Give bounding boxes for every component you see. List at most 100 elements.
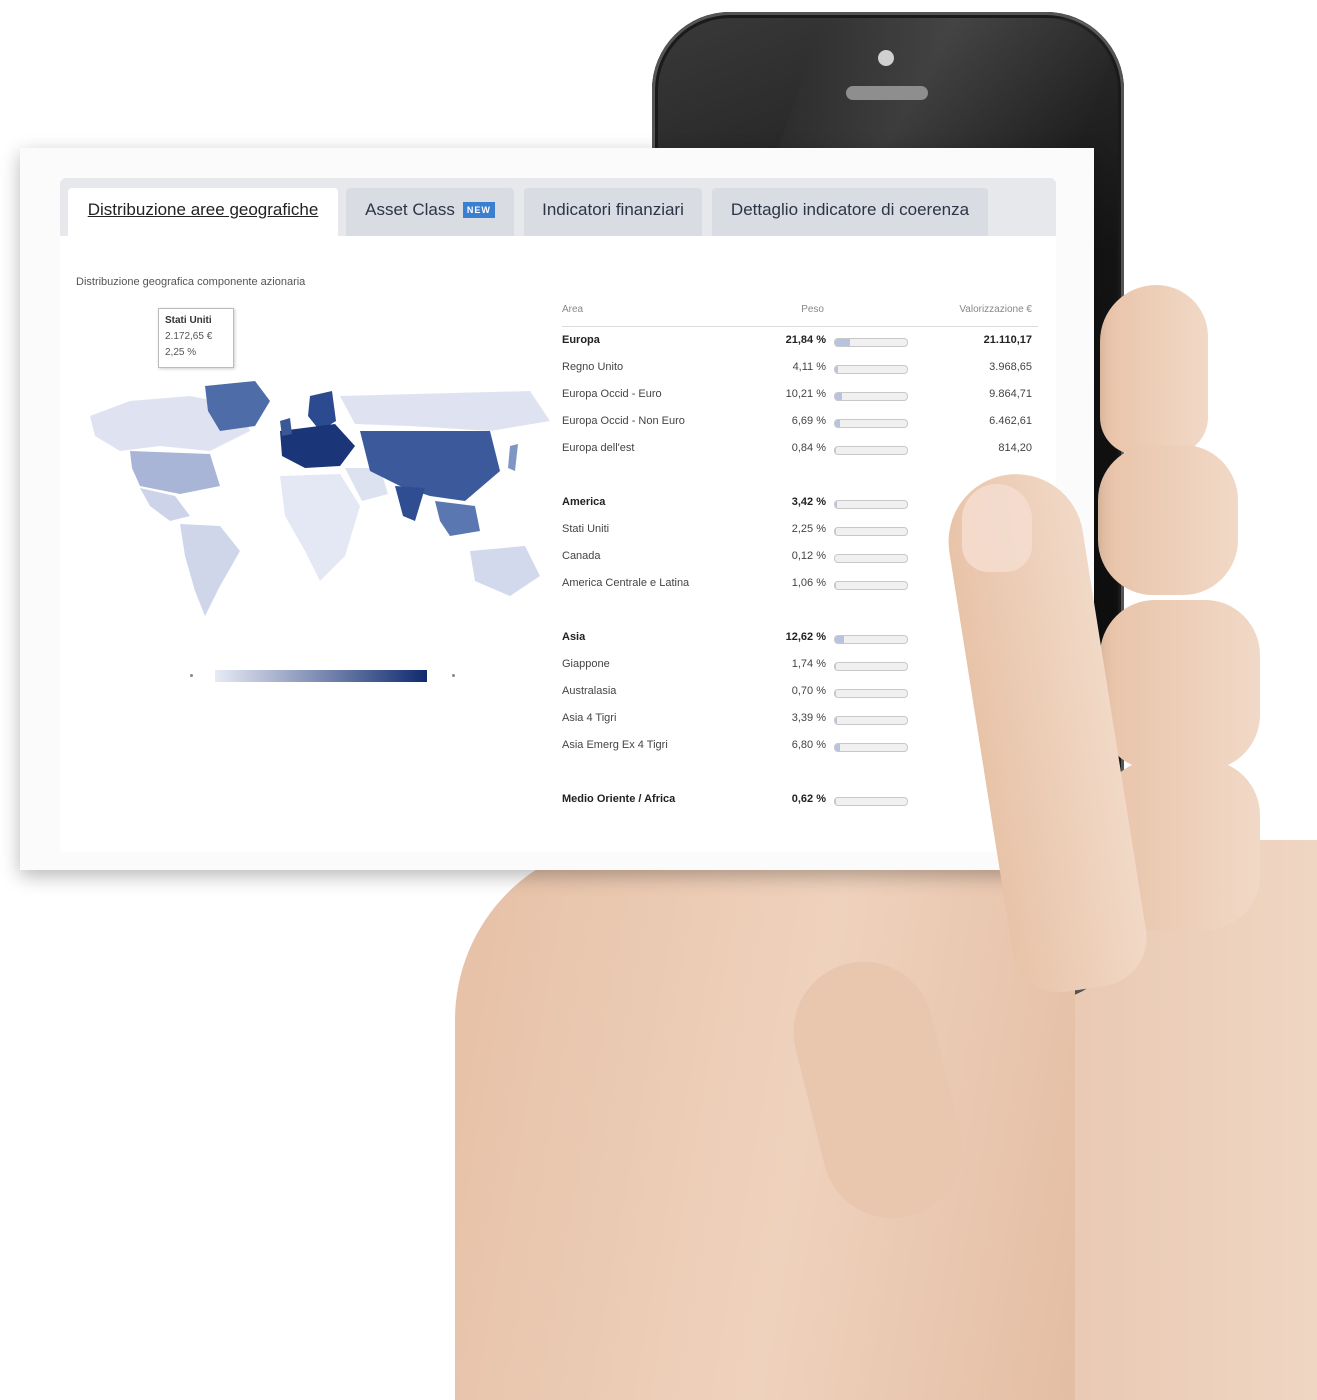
dashboard-card: Distribuzione aree geografiche Asset Cla… [20,148,1094,870]
tab-bar: Distribuzione aree geografiche Asset Cla… [60,178,1056,236]
weight-bar-fill [835,744,841,751]
map-region-africa [280,474,360,581]
cell-area: Europa Occid - Euro [562,388,662,400]
table-row: Europa dell'est 0,84 % 814,20 [562,435,1038,462]
cell-peso: 0,70 % [791,685,826,697]
weight-bar [834,797,908,806]
cell-peso: 0,12 % [791,550,826,562]
cell-valorizzazione: 21.110,17 [983,334,1032,346]
table-row: Asia 4 Tigri 3,39 % [562,705,1038,732]
cell-peso: 6,80 % [791,739,826,751]
table-group-row: Europa 21,84 % 21.110,17 [562,327,1038,354]
cell-peso: 10,21 % [785,388,826,400]
cell-peso: 4,11 % [792,361,826,373]
tab-label: Dettaglio indicatore di coerenza [730,200,970,219]
finger [1100,600,1260,770]
map-region-russia [340,391,550,431]
tab-label: Distribuzione aree geografiche [87,200,319,219]
cell-area: Europa [562,334,600,346]
cell-area: Asia Emerg Ex 4 Tigri [562,739,668,751]
weight-bar [834,446,908,455]
cell-area: Australasia [562,685,617,697]
cell-peso: 3,42 % [791,496,826,508]
cell-peso: 2,25 % [791,523,826,535]
tab-financial-indicators[interactable]: Indicatori finanziari [524,188,702,236]
new-badge: NEW [462,202,495,218]
weight-bar [834,338,908,347]
table-row: Australasia 0,70 % [562,678,1038,705]
weight-bar-fill [835,717,838,724]
cell-area: Regno Unito [562,361,624,373]
cell-area: America [562,496,606,508]
header-area: Area [562,304,584,315]
cell-peso: 21,84 % [785,334,826,346]
weight-bar [834,554,908,563]
map-region-india [395,486,425,521]
hand-palm [455,840,1075,1400]
weight-bar [834,419,908,428]
weight-bar-fill [835,366,838,373]
finger [1098,445,1238,595]
finger [1100,285,1208,455]
map-region-usa [130,451,220,494]
speaker-icon [846,86,928,100]
table-group-row: Medio Oriente / Africa 0,62 % [562,786,1038,813]
weight-bar-fill [835,528,837,535]
tab-asset-class[interactable]: Asset Class NEW [346,188,514,236]
weight-bar-fill [835,690,836,697]
weight-bar [834,581,908,590]
cell-peso: 3,39 % [791,712,826,724]
weight-bar [834,743,908,752]
cell-valorizzazione: 814,20 [998,442,1032,454]
weight-bar-fill [835,582,836,589]
table-header: Area Peso Valorizzazione € [562,296,1038,327]
world-map[interactable] [70,376,570,616]
table-spacer [562,759,1038,786]
map-region-uk [280,418,292,436]
cell-area: Asia 4 Tigri [562,712,617,724]
weight-bar [834,527,908,536]
map-region-southeast-asia [435,501,480,536]
weight-bar-fill [835,339,851,346]
cell-peso: 12,62 % [785,631,826,643]
cell-area: Europa Occid - Non Euro [562,415,685,427]
tooltip-value: 2.172,65 € [165,331,213,342]
weight-bar [834,392,908,401]
cell-area: Asia [562,631,586,643]
panel-subtitle: Distribuzione geografica componente azio… [76,276,306,288]
weight-bar [834,365,908,374]
weight-bar [834,500,908,509]
cell-area: Europa dell'est [562,442,635,454]
tab-geographic-distribution[interactable]: Distribuzione aree geografiche [68,188,338,236]
weight-bar-fill [835,501,838,508]
cell-valorizzazione: 6.462,61 [989,415,1032,427]
table-spacer [562,462,1038,489]
header-peso: Peso [801,304,824,315]
cell-area: Stati Uniti [562,523,610,535]
weight-bar-fill [835,636,844,643]
geo-panel: Distribuzione geografica componente azio… [60,236,1056,852]
table-row: Europa Occid - Euro 10,21 % 9.864,71 [562,381,1038,408]
weight-bar [834,716,908,725]
cell-peso: 0,62 % [791,793,826,805]
weight-bar-fill [835,663,837,670]
cell-peso: 1,06 % [791,577,826,589]
weight-bar-fill [835,393,843,400]
cell-area: America Centrale e Latina [562,577,690,589]
header-valorizzazione: Valorizzazione € [959,304,1032,315]
table-row: Regno Unito 4,11 % 3.968,65 [562,354,1038,381]
phone-glare [774,18,1126,158]
tab-label: Indicatori finanziari [542,200,684,219]
weight-bar-fill [835,447,836,454]
weight-bar-fill [835,420,841,427]
fingernail [962,484,1032,572]
legend-max-dot [452,674,455,677]
tab-coherence-detail[interactable]: Dettaglio indicatore di coerenza [712,188,988,236]
weight-bar [834,662,908,671]
tooltip-title: Stati Uniti [165,315,212,326]
cell-peso: 1,74 % [791,658,826,670]
weight-bar [834,689,908,698]
map-region-south-america [180,524,240,616]
cell-area: Canada [562,550,601,562]
tooltip-weight: 2,25 % [165,347,197,358]
